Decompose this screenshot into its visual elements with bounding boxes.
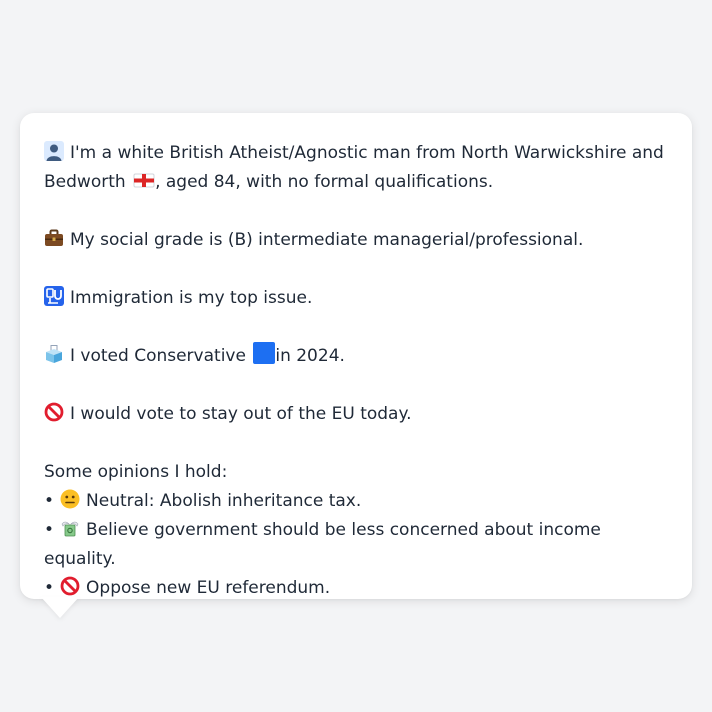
- speech-bubble: I'm a white British Atheist/Agnostic man…: [20, 113, 692, 599]
- page: I'm a white British Atheist/Agnostic man…: [0, 0, 712, 712]
- person-silhouette-icon: [44, 141, 64, 161]
- prohibited-icon: [60, 576, 80, 596]
- intro-text-end: , aged 84, with no formal qualifications…: [155, 172, 494, 192]
- eu-paragraph: I would vote to stay out of the EU today…: [44, 400, 668, 429]
- speech-bubble-tail: [41, 597, 79, 618]
- opinion-text: Oppose new EU referendum.: [86, 578, 331, 598]
- vote-paragraph: I voted Conservative in 2024.: [44, 342, 668, 371]
- bullet-marker: •: [44, 578, 55, 598]
- opinion-text: Believe government should be less concer…: [44, 520, 601, 569]
- opinion-text: Neutral: Abolish inheritance tax.: [86, 491, 362, 511]
- opinion-item: • Neutral: Abolish inheritance tax.: [44, 487, 668, 516]
- england-flag-icon: [133, 170, 155, 190]
- top-issue-paragraph: Immigration is my top issue.: [44, 284, 668, 313]
- social-grade-paragraph: My social grade is (B) intermediate mana…: [44, 226, 668, 255]
- briefcase-icon: [44, 228, 64, 248]
- vote-text-end: in 2024.: [275, 346, 345, 366]
- blue-square-icon: [253, 342, 276, 364]
- prohibited-icon: [44, 402, 64, 422]
- neutral-face-icon: [60, 489, 80, 509]
- money-wings-icon: [60, 518, 80, 538]
- ballot-box-icon: [44, 344, 64, 364]
- top-issue-text: Immigration is my top issue.: [70, 288, 313, 308]
- opinion-item: • Believe government should be less conc…: [44, 516, 668, 574]
- vote-text-start: I voted Conservative: [70, 346, 246, 366]
- bullet-marker: •: [44, 491, 55, 511]
- eu-text: I would vote to stay out of the EU today…: [70, 404, 412, 424]
- opinions-heading: Some opinions I hold:: [44, 462, 228, 482]
- opinion-item: • Oppose new EU referendum.: [44, 574, 668, 603]
- passport-control-icon: [44, 286, 64, 306]
- bullet-marker: •: [44, 520, 55, 540]
- social-grade-text: My social grade is (B) intermediate mana…: [70, 230, 584, 250]
- intro-paragraph: I'm a white British Atheist/Agnostic man…: [44, 139, 668, 197]
